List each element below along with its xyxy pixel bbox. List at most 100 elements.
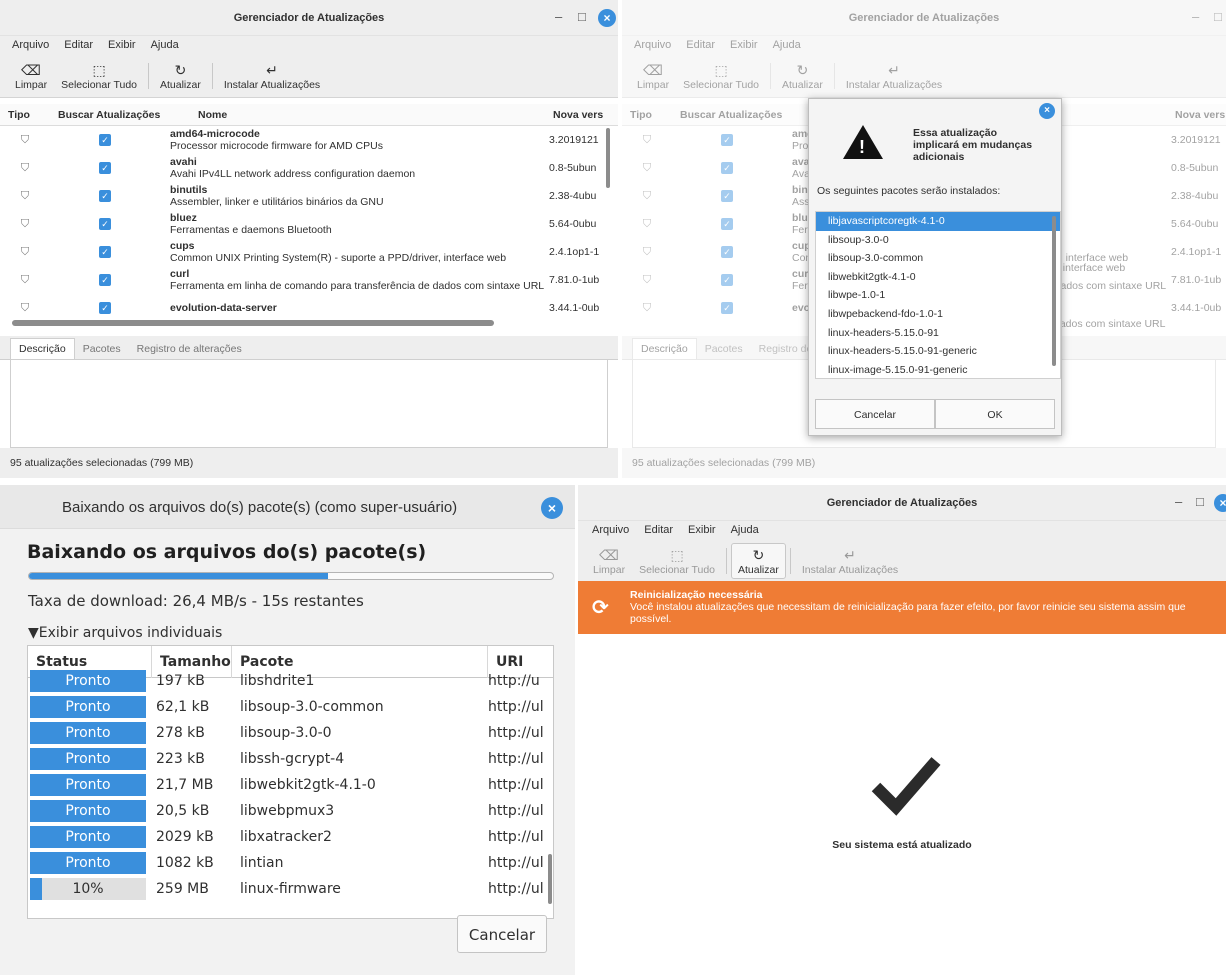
checkbox[interactable]: ✓ [99,190,111,202]
close-icon[interactable]: × [541,497,563,519]
col-tipo[interactable]: Tipo [622,109,672,121]
refresh-button[interactable]: ↻ Atualizar [775,61,830,91]
install-label: Instalar Atualizações [223,78,321,91]
package-list-item[interactable]: linux-headers-5.15.0-91-generic [816,342,1060,361]
col-buscar[interactable]: Buscar Atualizações [672,109,812,121]
checkbox[interactable]: ✓ [99,134,111,146]
menu-arquivo[interactable]: Arquivo [584,524,636,536]
download-row[interactable]: Pronto 20,5 kB libwebpmux3 http://ul [28,798,553,824]
update-row[interactable]: ⛉ ✓ evolution-data-server 3.44.1-0ub [0,294,618,322]
checkbox[interactable]: ✓ [99,218,111,230]
checkbox[interactable]: ✓ [721,190,733,202]
update-row[interactable]: ⛉ ✓ cupsCommon UNIX Printing System(R) - s… [0,238,618,266]
close-icon[interactable]: × [1214,494,1226,512]
download-row[interactable]: 10% 259 MB linux-firmware http://ul [28,876,553,902]
maximize-icon[interactable]: □ [1196,494,1204,510]
menu-ajuda[interactable]: Ajuda [723,524,766,536]
update-row[interactable]: ⛉ ✓ curlFerramenta em linha de comando par… [0,266,618,294]
install-button[interactable]: ↵ Instalar Atualizações [795,546,905,576]
checkbox[interactable]: ✓ [721,274,733,286]
close-icon[interactable]: × [598,9,616,27]
minimize-icon[interactable]: – [1175,494,1182,510]
menu-editar[interactable]: Editar [56,39,100,51]
menu-exibir[interactable]: Exibir [680,524,723,536]
package-list-item[interactable]: libsoup-3.0-common [816,249,1060,268]
tab-pacotes[interactable]: Pacotes [75,339,129,359]
update-row[interactable]: ⛉ ✓ avahiAvahi IPv4LL network address conf… [0,154,618,182]
download-row[interactable]: Pronto 223 kB libssh-gcrypt-4 http://ul [28,746,553,772]
enter-icon: ↵ [844,547,856,563]
download-row[interactable]: Pronto 278 kB libsoup-3.0-0 http://ul [28,720,553,746]
dialog-cancel-button[interactable]: Cancelar [815,399,935,429]
show-files-expander[interactable]: ▼Exibir arquivos individuais [28,625,222,641]
install-button[interactable]: ↵ Instalar Atualizações [839,61,949,91]
package-list-item[interactable]: libsoup-3.0-0 [816,231,1060,250]
menu-ajuda[interactable]: Ajuda [143,39,186,51]
checkbox[interactable]: ✓ [721,218,733,230]
download-row[interactable]: Pronto 2029 kB libxatracker2 http://ul [28,824,553,850]
select-all-button[interactable]: ⬚ Selecionar Tudo [632,546,722,576]
tab-registro[interactable]: Registro de alterações [129,339,250,359]
select-all-button[interactable]: ⬚ Selecionar Tudo [54,61,144,91]
details-tabs: Descrição Pacotes Registro de alterações [0,336,618,360]
maximize-icon[interactable]: □ [578,9,586,25]
menu-editar[interactable]: Editar [678,39,722,51]
tab-descricao[interactable]: Descrição [632,338,697,359]
refresh-button[interactable]: ↻ Atualizar [153,61,208,91]
menu-editar[interactable]: Editar [636,524,680,536]
update-row[interactable]: ⛉ ✓ bluezFerramentas e daemons Bluetooth 5.… [0,210,618,238]
minimize-icon[interactable]: – [555,9,562,25]
dialog-ok-button[interactable]: OK [935,399,1055,429]
select-all-button[interactable]: ⬚ Selecionar Tudo [676,61,766,91]
status-cell: Pronto [28,774,148,796]
package-name: avahi [170,156,197,168]
clear-button[interactable]: ⌫ Limpar [8,61,54,91]
install-button[interactable]: ↵ Instalar Atualizações [217,61,327,91]
package-list-item[interactable]: linux-headers-5.15.0-91 [816,324,1060,343]
col-buscar[interactable]: Buscar Atualizações [50,109,190,121]
triangle-down-icon: ▼ [28,625,39,641]
checkbox[interactable]: ✓ [721,246,733,258]
menu-exibir[interactable]: Exibir [722,39,765,51]
tab-descricao[interactable]: Descrição [10,338,75,359]
package-list-item[interactable]: libjavascriptcoregtk-4.1-0 [816,212,1060,231]
clear-button[interactable]: ⌫ Limpar [586,546,632,576]
minimize-icon[interactable]: – [1192,9,1199,25]
dialog-close-icon[interactable]: × [1039,103,1055,119]
update-row[interactable]: ⛉ ✓ binutilsAssembler, linker e utilitário… [0,182,618,210]
col-versao[interactable]: Nova vers [1167,109,1225,121]
refresh-icon: ↻ [796,61,809,78]
col-nome[interactable]: Nome [190,109,545,121]
col-versao[interactable]: Nova vers [545,109,603,121]
maximize-icon[interactable]: □ [1214,9,1222,25]
menu-arquivo[interactable]: Arquivo [626,39,678,51]
vertical-scrollbar[interactable] [548,854,552,904]
refresh-button[interactable]: ↻ Atualizar [731,543,786,579]
checkbox[interactable]: ✓ [721,302,733,314]
download-row[interactable]: Pronto 62,1 kB libsoup-3.0-common http://ul [28,694,553,720]
update-row[interactable]: ⛉ ✓ amd64-microcodeProcessor microcode fir… [0,126,618,154]
checkbox[interactable]: ✓ [99,246,111,258]
checkbox[interactable]: ✓ [99,162,111,174]
menu-ajuda[interactable]: Ajuda [765,39,808,51]
checkbox[interactable]: ✓ [99,302,111,314]
col-tipo[interactable]: Tipo [0,109,50,121]
tab-pacotes[interactable]: Pacotes [697,339,751,359]
clear-button[interactable]: ⌫ Limpar [630,61,676,91]
menu-exibir[interactable]: Exibir [100,39,143,51]
package-list-item[interactable]: linux-image-5.15.0-91-generic [816,361,1060,378]
package-list-scrollbar[interactable] [1052,216,1056,366]
package-list-item[interactable]: libwebkit2gtk-4.1-0 [816,268,1060,287]
checkbox[interactable]: ✓ [99,274,111,286]
checkbox[interactable]: ✓ [721,162,733,174]
horizontal-scrollbar[interactable] [12,320,494,326]
package-list-item[interactable]: libwpebackend-fdo-1.0-1 [816,305,1060,324]
download-row[interactable]: Pronto 197 kB libshdrite1 http://u [28,668,553,694]
checkbox[interactable]: ✓ [721,134,733,146]
menu-arquivo[interactable]: Arquivo [4,39,56,51]
download-row[interactable]: Pronto 21,7 MB libwebkit2gtk-4.1-0 http://u… [28,772,553,798]
vertical-scrollbar[interactable] [606,128,610,188]
download-row[interactable]: Pronto 1082 kB lintian http://ul [28,850,553,876]
cancel-download-button[interactable]: Cancelar [457,915,547,953]
package-list-item[interactable]: libwpe-1.0-1 [816,286,1060,305]
